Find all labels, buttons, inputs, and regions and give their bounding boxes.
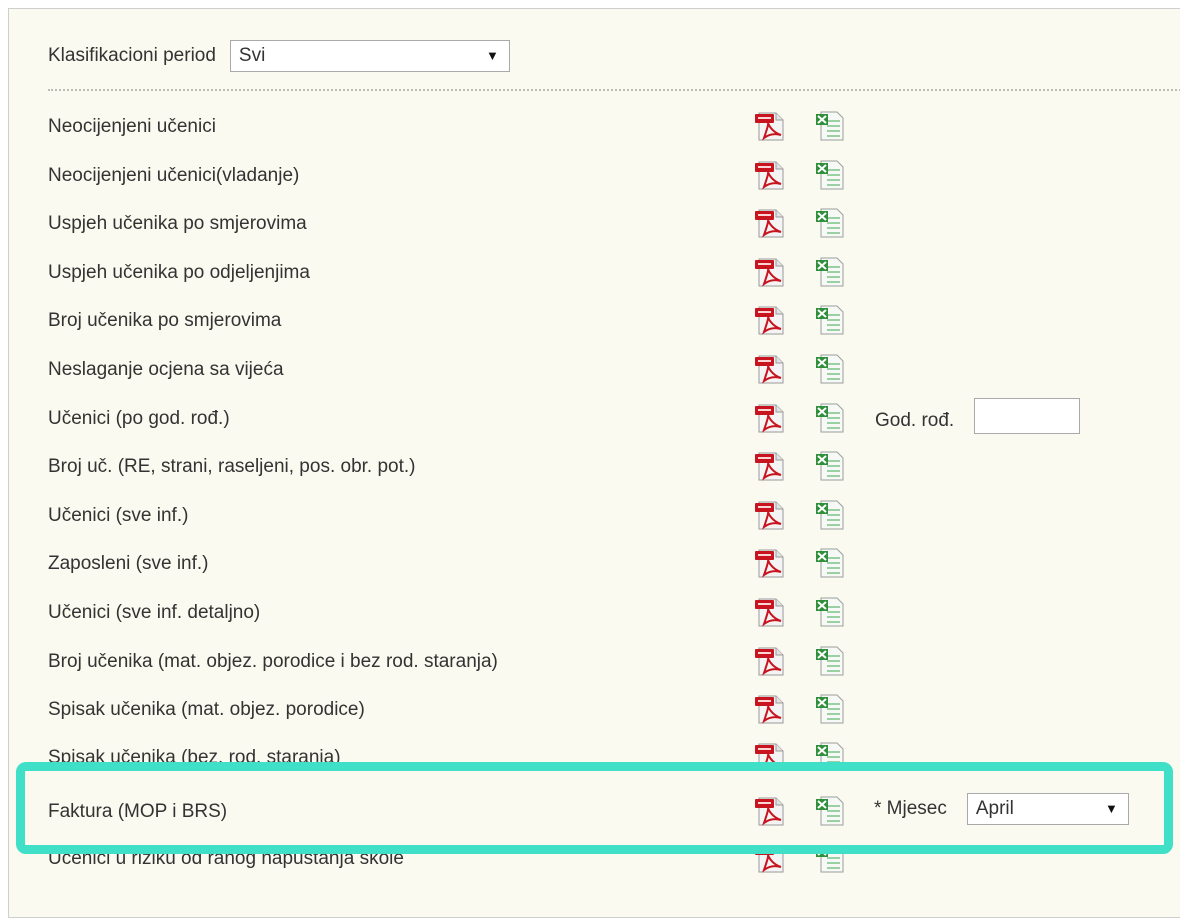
report-actions <box>754 402 848 434</box>
report-label: Zaposleni (sve inf.) <box>48 553 209 575</box>
period-select[interactable]: Svi ▼ <box>229 40 510 72</box>
pdf-icon[interactable] <box>754 547 788 579</box>
excel-icon[interactable] <box>814 304 848 336</box>
period-label: Klasifikacioni period <box>48 45 216 66</box>
excel-icon[interactable] <box>814 854 848 874</box>
excel-icon[interactable] <box>814 741 848 763</box>
report-actions <box>754 854 848 874</box>
list-item: Spisak učenika (mat. objez. porodice) <box>0 685 1180 734</box>
chevron-down-icon: ▼ <box>1104 801 1118 816</box>
report-list: Neocijenjeni učenici Neocijenjeni učenici… <box>0 102 1180 734</box>
month-label: * Mjesec <box>874 798 947 819</box>
report-actions <box>754 693 848 725</box>
report-label: Učenici (sve inf. detaljno) <box>48 601 261 623</box>
report-label: Uspjeh učenika po smjerovima <box>48 213 307 235</box>
list-item: Neocijenjeni učenici <box>0 102 1180 151</box>
period-filter-row: Klasifikacioni period Svi ▼ <box>48 40 510 72</box>
report-actions <box>754 795 848 827</box>
pdf-icon[interactable] <box>754 110 788 142</box>
list-item: Neslaganje ocjena sa vijeća <box>0 345 1180 394</box>
highlighted-report-row: Faktura (MOP i BRS) * Mjesec April ▼ <box>16 762 1173 854</box>
birth-year-label: God. rođ. <box>875 409 955 431</box>
pdf-icon[interactable] <box>754 353 788 385</box>
chevron-down-icon: ▼ <box>486 48 499 63</box>
month-filter: * Mjesec April ▼ <box>874 793 1129 825</box>
pdf-icon[interactable] <box>754 795 788 827</box>
pdf-icon[interactable] <box>754 159 788 191</box>
pdf-icon[interactable] <box>754 854 788 874</box>
excel-icon[interactable] <box>814 795 848 827</box>
pdf-icon[interactable] <box>754 402 788 434</box>
excel-icon[interactable] <box>814 402 848 434</box>
list-item: Broj učenika po smjerovima <box>0 296 1180 345</box>
pdf-icon[interactable] <box>754 256 788 288</box>
birth-year-filter: God. rođ. <box>875 397 1081 434</box>
excel-icon[interactable] <box>814 645 848 677</box>
pdf-icon[interactable] <box>754 304 788 336</box>
list-item: Broj učenika (mat. objez. porodice i bez… <box>0 637 1180 686</box>
report-actions <box>754 353 848 385</box>
month-select[interactable]: April ▼ <box>966 793 1129 825</box>
report-actions <box>754 741 848 763</box>
excel-icon[interactable] <box>814 353 848 385</box>
pdf-icon[interactable] <box>754 693 788 725</box>
excel-icon[interactable] <box>814 499 848 531</box>
pdf-icon[interactable] <box>754 645 788 677</box>
excel-icon[interactable] <box>814 207 848 239</box>
pdf-icon[interactable] <box>754 741 788 763</box>
report-actions <box>754 304 848 336</box>
excel-icon[interactable] <box>814 693 848 725</box>
report-label: Broj učenika po smjerovima <box>48 310 282 332</box>
report-label: Neocijenjeni učenici <box>48 116 216 137</box>
excel-icon[interactable] <box>814 110 848 142</box>
excel-icon[interactable] <box>814 596 848 628</box>
report-label: Spisak učenika (mat. objez. porodice) <box>48 699 365 721</box>
report-label: Učenici (po god. rođ.) <box>48 407 230 429</box>
excel-icon[interactable] <box>814 450 848 482</box>
report-actions <box>754 499 848 531</box>
report-actions <box>754 450 848 482</box>
report-actions <box>754 596 848 628</box>
pdf-icon[interactable] <box>754 450 788 482</box>
list-item: Učenici (po god. rođ.) God. rođ. <box>0 394 1180 443</box>
list-item: Neocijenjeni učenici(vladanje) <box>0 151 1180 200</box>
pdf-icon[interactable] <box>754 596 788 628</box>
report-label: Faktura (MOP i BRS) <box>48 801 228 822</box>
report-actions <box>754 159 848 191</box>
list-item: Učenici (sve inf.) <box>0 491 1180 540</box>
report-actions <box>754 256 848 288</box>
pdf-icon[interactable] <box>754 499 788 531</box>
list-item: Uspjeh učenika po smjerovima <box>0 199 1180 248</box>
divider <box>48 89 1180 91</box>
report-label: Broj uč. (RE, strani, raseljeni, pos. ob… <box>48 456 416 478</box>
list-item: Zaposleni (sve inf.) <box>0 539 1180 588</box>
month-select-value: April <box>975 798 1014 819</box>
list-item-clipped: Spisak učenika (bez. rod. staranja) <box>0 733 1180 763</box>
report-label: Neocijenjeni učenici(vladanje) <box>48 164 300 186</box>
report-label: Broj učenika (mat. objez. porodice i bez… <box>48 650 498 672</box>
list-item: Učenici (sve inf. detaljno) <box>0 588 1180 637</box>
report-actions <box>754 207 848 239</box>
period-select-value: Svi <box>238 45 266 66</box>
report-actions <box>754 645 848 677</box>
excel-icon[interactable] <box>814 256 848 288</box>
report-label: Učenici (sve inf.) <box>48 504 189 526</box>
report-actions <box>754 110 848 142</box>
pdf-icon[interactable] <box>754 207 788 239</box>
birth-year-input[interactable] <box>974 397 1081 434</box>
report-label: Uspjeh učenika po odjeljenjima <box>48 261 310 283</box>
report-label: Spisak učenika (bez. rod. staranja) <box>48 747 341 763</box>
list-item: Broj uč. (RE, strani, raseljeni, pos. ob… <box>0 442 1180 491</box>
excel-icon[interactable] <box>814 547 848 579</box>
report-actions <box>754 547 848 579</box>
list-item-last: Učenici u riziku od ranog napuštanja ško… <box>0 854 1180 894</box>
list-item: Uspjeh učenika po odjeljenjima <box>0 248 1180 297</box>
report-label: Neslaganje ocjena sa vijeća <box>48 358 284 380</box>
report-label: Učenici u riziku od ranog napuštanja ško… <box>48 854 404 869</box>
excel-icon[interactable] <box>814 159 848 191</box>
